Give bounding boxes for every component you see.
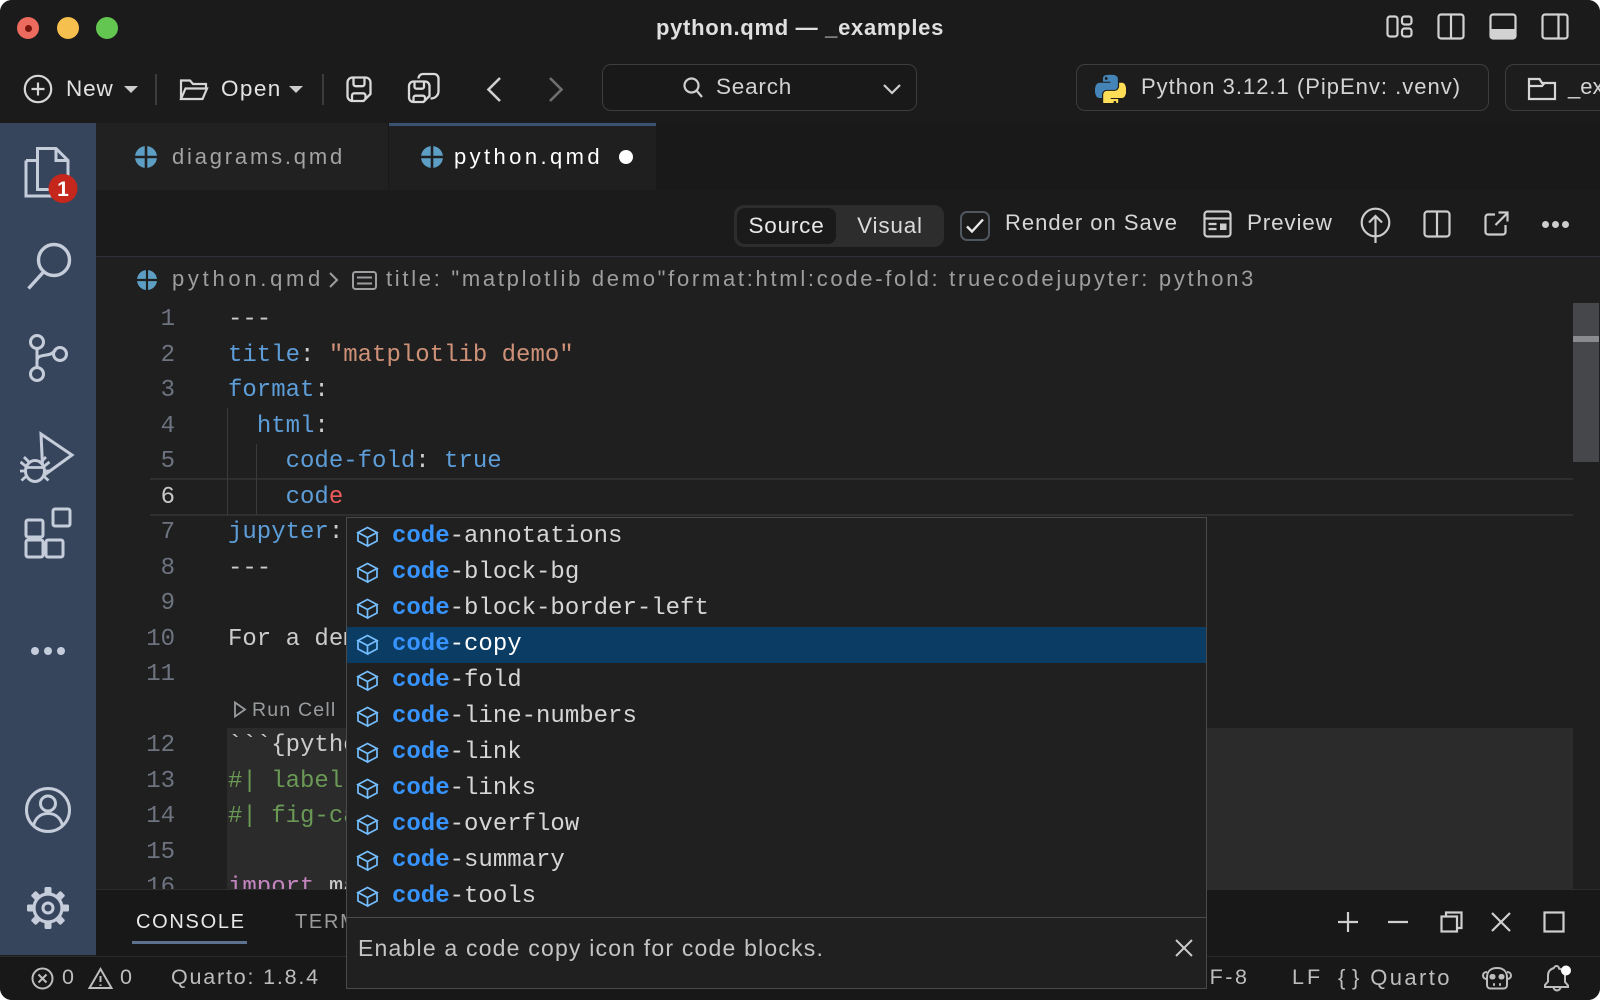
svg-text:1: 1 [57, 178, 69, 201]
